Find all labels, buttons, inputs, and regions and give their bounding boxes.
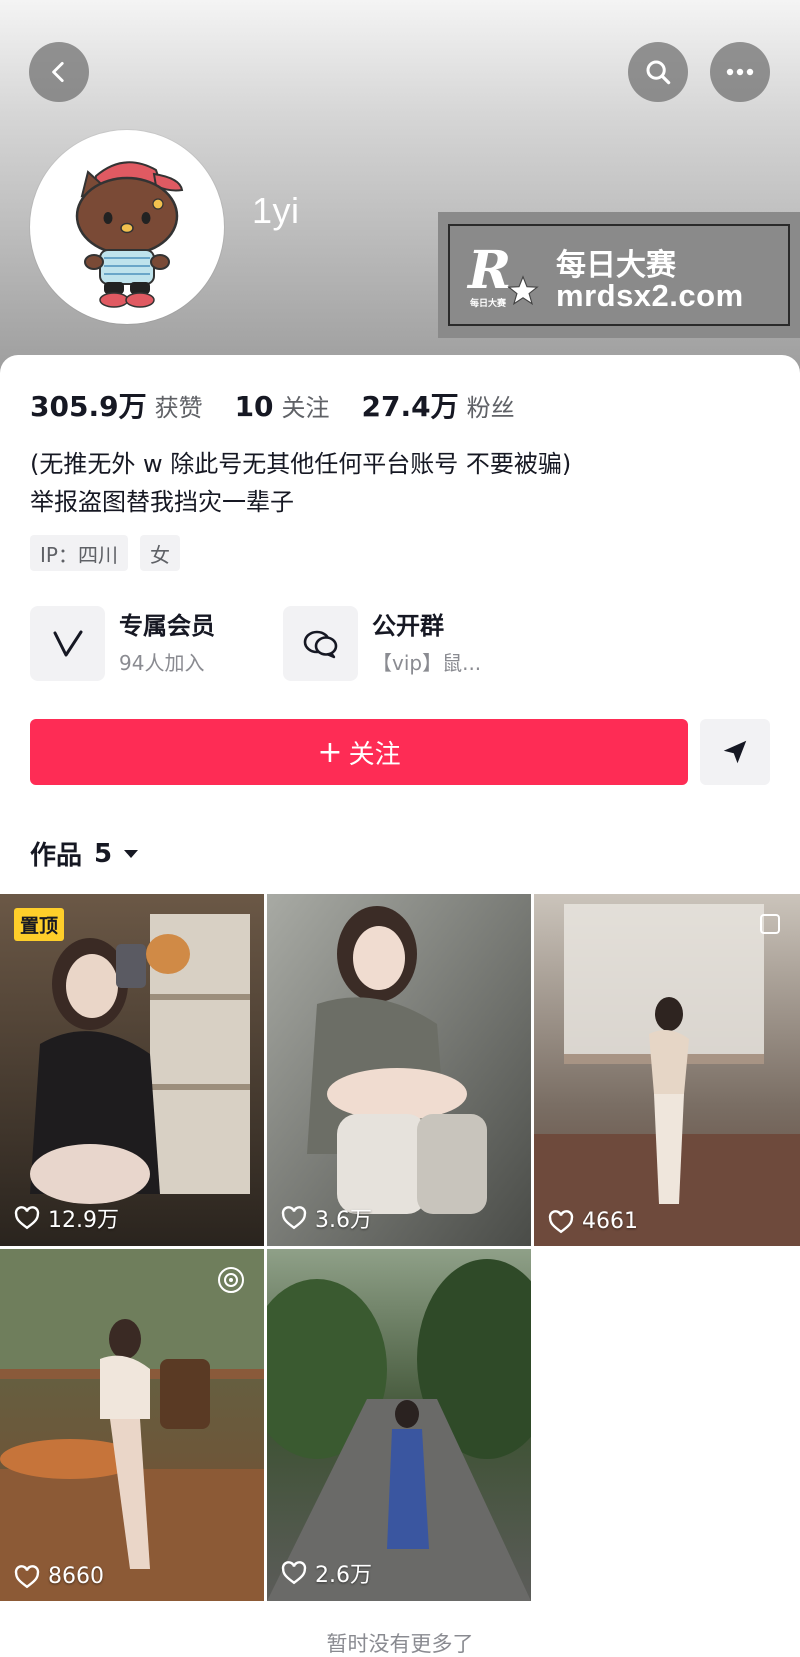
heart-icon [14, 1564, 40, 1588]
feature-icon-box [283, 606, 358, 681]
video-likes: 4661 [548, 1209, 638, 1234]
video-likes: 12.9万 [14, 1202, 119, 1234]
video-thumbnail[interactable]: 8660 [0, 1249, 264, 1601]
stat-followers[interactable]: 27.4万 粉丝 [362, 385, 515, 425]
video-cover-image [0, 1249, 264, 1601]
pin-icon [760, 914, 780, 934]
membership-subtitle: 94人加入 [119, 650, 205, 675]
watermark-small-text: 每日大赛 [470, 299, 507, 309]
live-indicator-icon [218, 1267, 244, 1293]
video-cover-image [0, 894, 264, 1246]
group-subtitle: 【vip】鼠... [372, 650, 482, 675]
profile-tags: IP：四川 女 [30, 535, 192, 571]
stat-likes-label: 获赞 [154, 394, 203, 422]
more-icon [726, 68, 754, 76]
plus-icon: + [317, 734, 343, 770]
works-tab[interactable]: 作品 5 [30, 835, 140, 872]
exclusive-membership-entry[interactable]: 专属会员 94人加入 [30, 606, 215, 681]
profile-bio: (无推无外 w 除此号无其他任何平台账号 不要被骗) 举报盗图替我挡灾一辈子 [30, 445, 571, 521]
video-cover-image [267, 1249, 531, 1601]
watermark-overlay: R 每日大赛 每日大赛 mrdsx2.com [438, 212, 800, 338]
watermark-url: mrdsx2.com [556, 278, 744, 313]
video-likes-count: 3.6万 [315, 1208, 372, 1233]
stat-followers-label: 粉丝 [466, 394, 515, 422]
stat-followers-number: 27.4万 [361, 390, 459, 423]
video-likes: 2.6万 [281, 1557, 372, 1589]
group-title: 公开群 [372, 611, 444, 640]
video-thumbnail[interactable]: 2.6万 [267, 1249, 531, 1601]
gender-tag: 女 [139, 535, 180, 571]
search-icon [646, 60, 671, 85]
feature-icon-box [30, 606, 105, 681]
no-more-content-text: 暂时没有更多了 [326, 1632, 474, 1656]
heart-icon [548, 1209, 574, 1233]
bio-line: (无推无外 w 除此号无其他任何平台账号 不要被骗) [30, 450, 572, 478]
send-icon [723, 740, 747, 764]
video-cover-image [534, 894, 800, 1246]
follow-button[interactable]: + 关注 [30, 719, 688, 785]
send-message-button[interactable] [700, 719, 770, 785]
heart-icon [281, 1561, 307, 1585]
video-thumbnail[interactable]: 4661 [534, 894, 800, 1246]
stat-likes-number: 305.9万 [30, 390, 147, 423]
watermark-logo-letter: R [468, 240, 512, 301]
video-likes: 8660 [14, 1564, 104, 1589]
video-cover-image [267, 894, 531, 1246]
star-icon [507, 275, 539, 306]
ip-location-tag: IP：四川 [30, 535, 128, 571]
video-likes-count: 12.9万 [48, 1208, 119, 1233]
search-button[interactable] [628, 42, 688, 102]
chevron-down-icon [124, 849, 139, 858]
heart-icon [14, 1206, 40, 1230]
stat-following-number: 10 [234, 390, 274, 423]
watermark-frame: R 每日大赛 每日大赛 mrdsx2.com [448, 224, 790, 326]
username: 1yi [252, 190, 300, 231]
back-button[interactable] [29, 42, 89, 102]
stat-following[interactable]: 10 关注 [235, 388, 330, 423]
works-count: 5 [94, 838, 113, 869]
video-thumbnail[interactable]: 3.6万 [267, 894, 531, 1246]
pinned-badge: 置顶 [14, 908, 65, 941]
stat-following-label: 关注 [281, 394, 330, 422]
video-likes-count: 2.6万 [315, 1563, 372, 1588]
stat-likes[interactable]: 305.9万 获赞 [30, 385, 203, 425]
avatar[interactable] [30, 130, 224, 324]
membership-title: 专属会员 [119, 611, 215, 640]
video-thumbnail[interactable]: 置顶 12.9万 [0, 894, 264, 1246]
more-button[interactable] [710, 42, 770, 102]
bio-line: 举报盗图替我挡灾一辈子 [30, 488, 294, 516]
group-chat-icon [303, 630, 337, 658]
back-icon [52, 61, 64, 83]
works-label: 作品 [30, 841, 83, 871]
heart-icon [281, 1206, 307, 1230]
follow-label: 关注 [348, 739, 401, 770]
vip-v-icon [53, 630, 82, 656]
public-group-entry[interactable]: 公开群 【vip】鼠... [283, 606, 481, 681]
video-likes-count: 8660 [48, 1564, 104, 1589]
video-likes: 3.6万 [281, 1202, 372, 1234]
avatar-kitty-image [34, 134, 220, 320]
video-likes-count: 4661 [582, 1209, 638, 1234]
profile-stats: 305.9万 获赞 10 关注 27.4万 粉丝 [30, 385, 547, 425]
